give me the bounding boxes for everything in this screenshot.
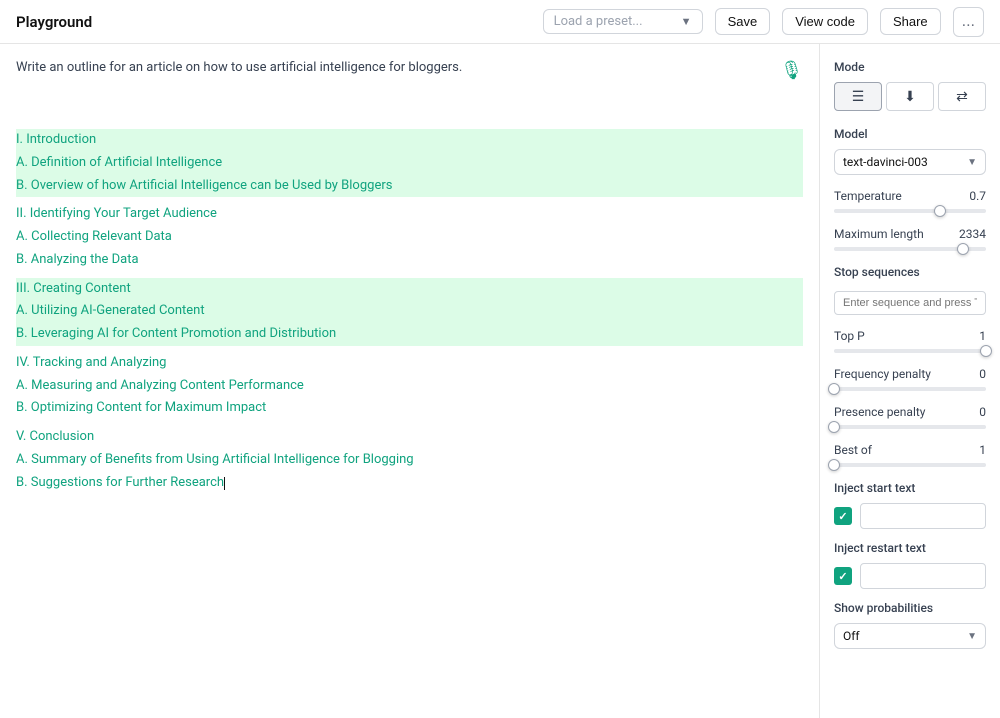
mode-label: Mode [834, 60, 986, 74]
more-options-button[interactable]: ... [953, 7, 984, 37]
max-length-value: 2334 [959, 227, 986, 241]
top-p-thumb[interactable] [980, 345, 992, 357]
temperature-slider[interactable] [834, 209, 986, 213]
best-of-slider[interactable] [834, 463, 986, 467]
model-dropdown[interactable]: text-davinci-003 ▼ [834, 149, 986, 175]
stop-sequences-label: Stop sequences [834, 265, 986, 279]
temperature-thumb[interactable] [934, 205, 946, 217]
show-probabilities-value: Off [843, 629, 860, 643]
list-item: A. Utilizing AI-Generated Content [16, 300, 803, 323]
text-cursor [224, 477, 225, 490]
frequency-penalty-thumb[interactable] [828, 383, 840, 395]
frequency-penalty-slider[interactable] [834, 387, 986, 391]
list-item: B. Analyzing the Data [16, 249, 803, 272]
frequency-penalty-value: 0 [979, 367, 986, 381]
model-chevron-icon: ▼ [967, 157, 977, 168]
top-p-value: 1 [979, 329, 986, 343]
presence-penalty-label: Presence penalty [834, 405, 925, 419]
top-p-label: Top P [834, 329, 865, 343]
list-item: B. Leveraging AI for Content Promotion a… [16, 323, 803, 346]
inject-restart-row [834, 563, 986, 589]
mode-edit-button[interactable]: ⇄ [938, 82, 986, 111]
temperature-value: 0.7 [969, 189, 986, 203]
model-value: text-davinci-003 [843, 155, 928, 169]
inject-start-row [834, 503, 986, 529]
list-item: A. Measuring and Analyzing Content Perfo… [16, 375, 803, 398]
list-item: V. Conclusion [16, 426, 803, 449]
list-item: II. Identifying Your Target Audience [16, 203, 803, 226]
list-item: B. Overview of how Artificial Intelligen… [16, 175, 803, 198]
presence-penalty-container: Presence penalty 0 [834, 405, 986, 429]
edit-icon: ⇄ [956, 88, 968, 105]
best-of-label: Best of [834, 443, 872, 457]
presence-penalty-slider[interactable] [834, 425, 986, 429]
frequency-penalty-container: Frequency penalty 0 [834, 367, 986, 391]
presence-penalty-value: 0 [979, 405, 986, 419]
list-item: B. Suggestions for Further Research [16, 472, 803, 495]
temperature-container: Temperature 0.7 [834, 189, 986, 213]
sidebar: Mode ☰ ⬇ ⇄ Model text-davinci-003 ▼ Temp… [820, 44, 1000, 718]
top-p-container: Top P 1 [834, 329, 986, 353]
inject-start-input[interactable] [860, 503, 986, 529]
list-item: A. Summary of Benefits from Using Artifi… [16, 449, 803, 472]
frequency-penalty-label: Frequency penalty [834, 367, 931, 381]
max-length-slider[interactable] [834, 247, 986, 251]
temperature-label: Temperature [834, 189, 902, 203]
preset-dropdown[interactable]: Load a preset... ▼ [543, 9, 703, 34]
list-item: A. Definition of Artificial Intelligence [16, 152, 803, 175]
show-prob-chevron-icon: ▼ [967, 631, 977, 642]
editor-area[interactable]: 🎙 Write an outline for an article on how… [0, 44, 820, 718]
inject-restart-checkbox[interactable] [834, 567, 852, 585]
view-code-button[interactable]: View code [782, 8, 868, 35]
inject-start-label: Inject start text [834, 481, 986, 495]
list-item: IV. Tracking and Analyzing [16, 352, 803, 375]
show-probabilities-dropdown[interactable]: Off ▼ [834, 623, 986, 649]
inject-restart-label: Inject restart text [834, 541, 986, 555]
max-length-label: Maximum length [834, 227, 924, 241]
max-length-container: Maximum length 2334 [834, 227, 986, 251]
stop-sequences-input[interactable] [834, 291, 986, 315]
max-length-thumb[interactable] [957, 243, 969, 255]
inject-restart-input[interactable] [860, 563, 986, 589]
mode-buttons: ☰ ⬇ ⇄ [834, 82, 986, 111]
main-layout: 🎙 Write an outline for an article on how… [0, 44, 1000, 718]
page-title: Playground [16, 13, 531, 31]
stop-sequences-container: Stop sequences [834, 265, 986, 329]
mic-icon[interactable]: 🎙 [780, 60, 803, 81]
mode-insert-button[interactable]: ⬇ [886, 82, 934, 111]
inject-start-checkbox[interactable] [834, 507, 852, 525]
mode-complete-button[interactable]: ☰ [834, 82, 882, 111]
save-button[interactable]: Save [715, 8, 771, 35]
best-of-thumb[interactable] [828, 459, 840, 471]
editor-content[interactable]: I. IntroductionA. Definition of Artifici… [16, 85, 803, 494]
list-item: B. Optimizing Content for Maximum Impact [16, 397, 803, 420]
presence-penalty-thumb[interactable] [828, 421, 840, 433]
model-label: Model [834, 127, 986, 141]
list-item: III. Creating Content [16, 278, 803, 301]
best-of-value: 1 [979, 443, 986, 457]
list-item: I. Introduction [16, 129, 803, 152]
share-button[interactable]: Share [880, 8, 941, 35]
prompt-text: Write an outline for an article on how t… [16, 60, 803, 75]
list-item: A. Collecting Relevant Data [16, 226, 803, 249]
header: Playground Load a preset... ▼ Save View … [0, 0, 1000, 44]
top-p-slider[interactable] [834, 349, 986, 353]
complete-icon: ☰ [852, 88, 865, 105]
show-probabilities-label: Show probabilities [834, 601, 986, 615]
best-of-container: Best of 1 [834, 443, 986, 467]
insert-icon: ⬇ [904, 88, 916, 105]
preset-placeholder: Load a preset... [554, 14, 643, 29]
preset-chevron-icon: ▼ [681, 15, 692, 28]
